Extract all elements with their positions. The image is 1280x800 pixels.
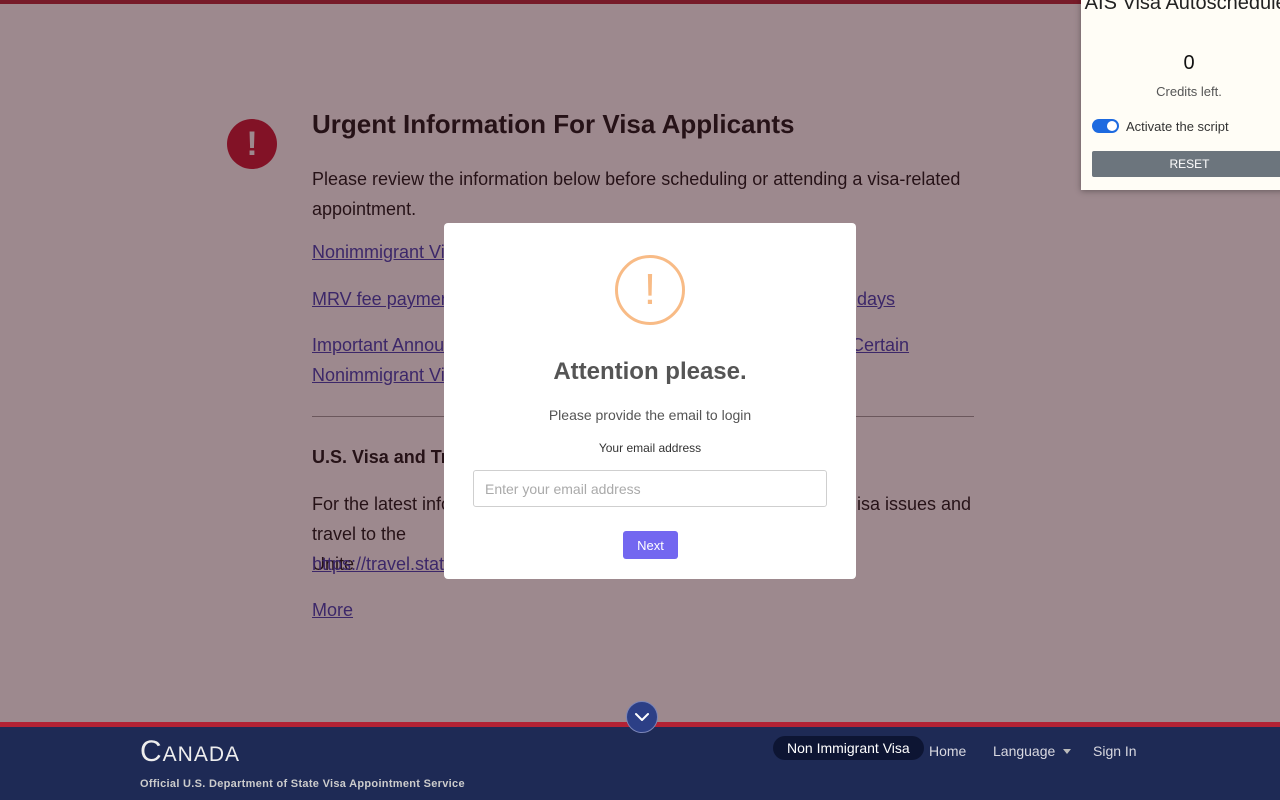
toggle-knob [1107, 121, 1117, 131]
email-label: Your email address [598, 441, 702, 455]
scroll-down-button[interactable] [626, 701, 658, 733]
warning-icon: ! [615, 255, 685, 325]
nav-visa-type[interactable]: Non Immigrant Visa [773, 736, 924, 760]
extension-title: AIS Visa Autoscheduler [1084, 0, 1280, 14]
nav-language-label: Language [993, 743, 1056, 759]
footer: Canada Official U.S. Department of State… [0, 722, 1280, 800]
footer-country: Canada [140, 735, 241, 768]
footer-subtitle: Official U.S. Department of State Visa A… [140, 778, 465, 790]
email-input[interactable] [473, 470, 827, 507]
caret-down-icon [1063, 749, 1072, 754]
chevron-down-icon [635, 713, 649, 721]
next-button[interactable]: Next [623, 531, 678, 559]
credits-count: 0 [1183, 52, 1195, 74]
nav-sign-in[interactable]: Sign In [1093, 743, 1137, 759]
activate-script-label: Activate the script [1126, 119, 1229, 134]
login-modal: ! Attention please. Please provide the e… [444, 223, 856, 579]
modal-text: Please provide the email to login [548, 407, 752, 423]
activate-script-toggle[interactable] [1092, 119, 1119, 133]
extension-panel: AIS Visa Autoscheduler 0 Credits left. A… [1081, 0, 1280, 190]
reset-button[interactable]: RESET [1092, 151, 1280, 177]
nav-home[interactable]: Home [929, 743, 966, 759]
modal-title: Attention please. [553, 358, 747, 385]
credits-label: Credits left. [1156, 84, 1222, 99]
nav-language[interactable]: Language [993, 743, 1072, 759]
